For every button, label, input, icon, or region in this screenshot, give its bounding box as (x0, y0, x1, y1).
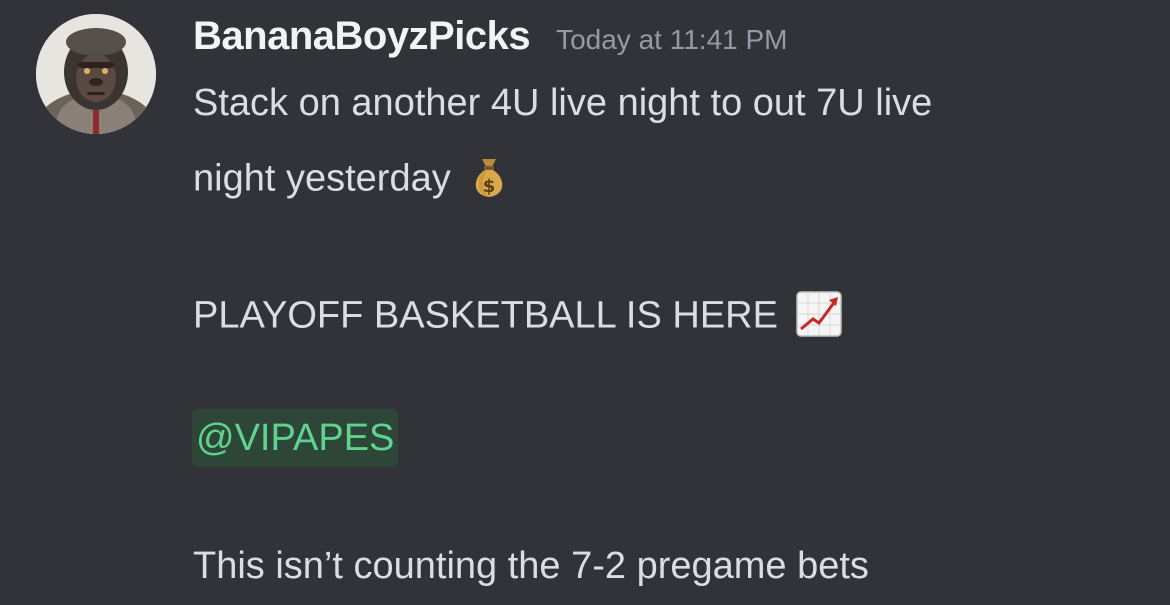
username[interactable]: BananaBoyzPicks (193, 14, 531, 59)
timestamp: Today at 11:41 PM (556, 24, 788, 55)
message-line-1: Stack on another 4U live night to out 7U… (193, 84, 932, 122)
message-line-3: PLAYOFF BASKETBALL IS HERE (193, 291, 842, 344)
message-text: night yesterday (193, 157, 451, 200)
message-header: BananaBoyzPicks Today at 11:41 PM (193, 14, 788, 64)
ape-avatar-image (36, 14, 156, 134)
message-text: This isn’t counting the 7-2 pregame bets (193, 545, 869, 587)
message-line-2: night yesterday $ (193, 155, 509, 206)
message-text: PLAYOFF BASKETBALL IS HERE (193, 294, 778, 337)
message-text: Stack on another 4U live night to out 7U… (193, 82, 933, 124)
avatar[interactable] (36, 14, 156, 134)
money-bag-icon: $ (469, 155, 509, 206)
chat-message: BananaBoyzPicks Today at 11:41 PM Stack … (0, 0, 1170, 605)
svg-text:$: $ (482, 176, 495, 197)
message-line-5: This isn’t counting the 7-2 pregame bets (193, 547, 869, 585)
chart-increasing-icon (796, 291, 842, 344)
role-mention[interactable]: @VIPAPES (192, 409, 399, 467)
